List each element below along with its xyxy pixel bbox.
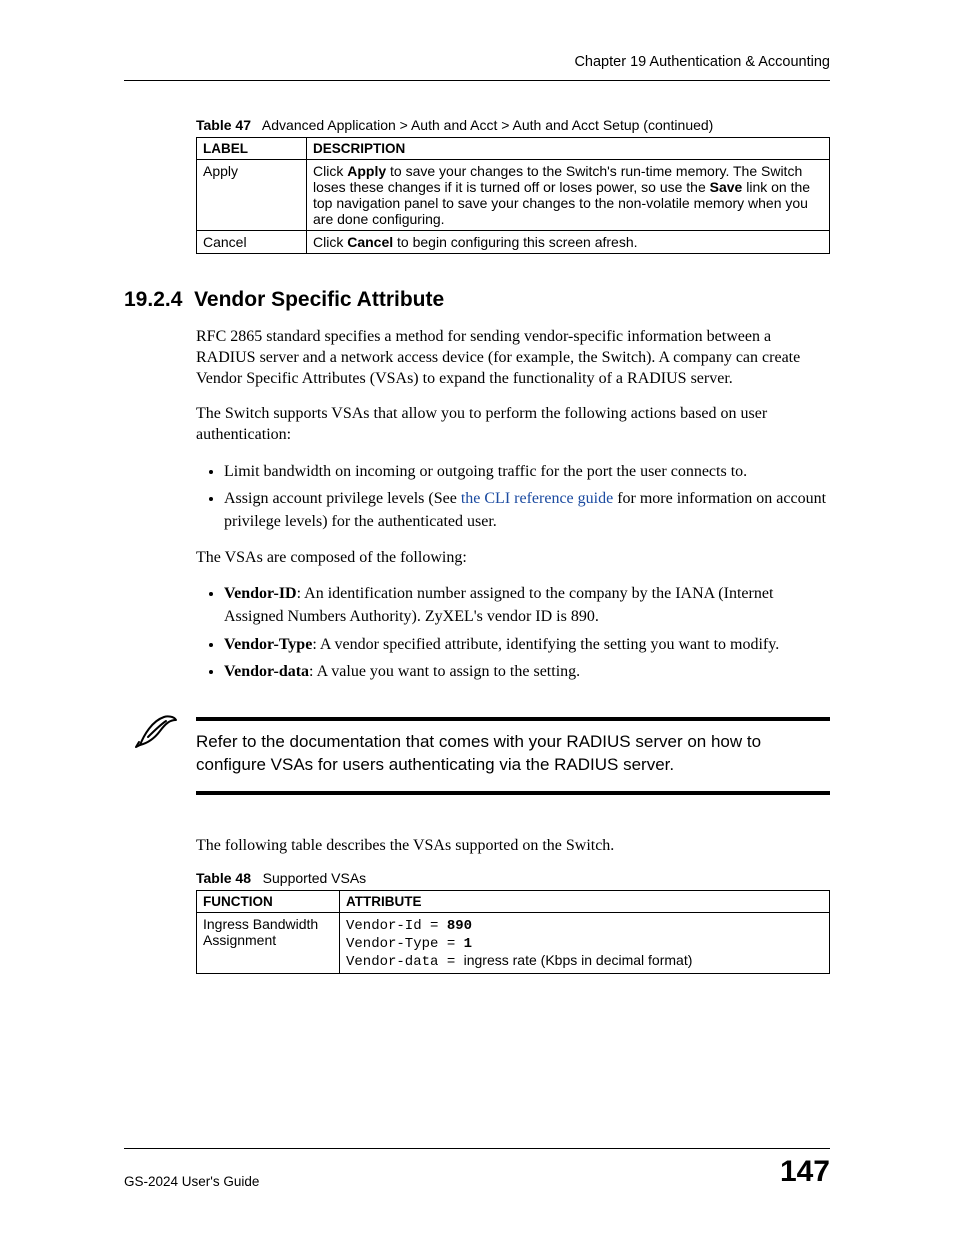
list-item: Vendor-data: A value you want to assign … [224, 660, 830, 683]
table47-apply-label: Apply [197, 160, 307, 231]
page-footer: GS-2024 User's Guide 147 [124, 1148, 830, 1189]
table-row: Cancel Click Cancel to begin configuring… [197, 231, 830, 254]
bullet-list-1: Limit bandwidth on incoming or outgoing … [196, 460, 830, 534]
list-item: Assign account privilege levels (See the… [224, 487, 830, 533]
txt: to begin configuring this screen afresh. [393, 234, 637, 250]
cli-reference-link[interactable]: the CLI reference guide [461, 490, 613, 507]
body-p2: The Switch supports VSAs that allow you … [196, 403, 830, 445]
section-title: Vendor Specific Attribute [194, 288, 444, 311]
bold: Apply [347, 163, 386, 179]
section-number: 19.2.4 [124, 288, 182, 311]
table47-cancel-desc: Click Cancel to begin configuring this s… [307, 231, 830, 254]
body-p4: The following table describes the VSAs s… [196, 835, 830, 856]
table-row: Ingress Bandwidth Assignment Vendor-Id =… [197, 912, 830, 973]
list-item: Vendor-Type: A vendor specified attribut… [224, 633, 830, 656]
list-item: Vendor-ID: An identification number assi… [224, 582, 830, 628]
footer-rule [124, 1148, 830, 1149]
table48-caption-text: Supported VSAs [263, 870, 367, 886]
footer-guide-name: GS-2024 User's Guide [124, 1174, 259, 1189]
bold: Cancel [347, 234, 393, 250]
table47-head-desc: DESCRIPTION [307, 138, 830, 160]
txt: ingress rate (Kbps in decimal format) [464, 952, 693, 968]
table47-head-label: LABEL [197, 138, 307, 160]
list-item: Limit bandwidth on incoming or outgoing … [224, 460, 830, 483]
note-text: Refer to the documentation that comes wi… [196, 717, 830, 795]
bullet-list-2: Vendor-ID: An identification number assi… [196, 582, 830, 683]
bold: Vendor-Type [224, 636, 312, 653]
table47-caption-label: Table 47 [196, 117, 251, 133]
table48-func: Ingress Bandwidth Assignment [197, 912, 340, 973]
section-heading: 19.2.4 Vendor Specific Attribute [124, 288, 830, 312]
mono-bold: 890 [447, 918, 472, 934]
mono: Vendor-data = [346, 954, 464, 970]
body-p1: RFC 2865 standard specifies a method for… [196, 326, 830, 389]
table48-caption-label: Table 48 [196, 870, 251, 886]
table47: LABEL DESCRIPTION Apply Click Apply to s… [196, 137, 830, 254]
txt: Click [313, 234, 347, 250]
table48-head-function: FUNCTION [197, 890, 340, 912]
note-block: Refer to the documentation that comes wi… [124, 717, 830, 795]
txt: : An identification number assigned to t… [224, 585, 773, 625]
table48-caption: Table 48 Supported VSAs [196, 870, 830, 886]
txt: : A vendor specified attribute, identify… [312, 636, 779, 653]
note-pencil-icon [134, 713, 182, 754]
table47-caption-text: Advanced Application > Auth and Acct > A… [262, 117, 713, 133]
table47-cancel-label: Cancel [197, 231, 307, 254]
chapter-running-head: Chapter 19 Authentication & Accounting [124, 54, 830, 70]
page-number: 147 [780, 1155, 830, 1189]
bold: Vendor-ID [224, 585, 297, 602]
table48-head-attribute: ATTRIBUTE [340, 890, 830, 912]
mono-bold: 1 [464, 936, 472, 952]
header-rule [124, 80, 830, 81]
txt: : A value you want to assign to the sett… [309, 663, 580, 680]
table48: FUNCTION ATTRIBUTE Ingress Bandwidth Ass… [196, 890, 830, 974]
mono: Vendor-Id = [346, 918, 447, 934]
txt: Assign account privilege levels (See [224, 490, 461, 507]
table47-caption: Table 47 Advanced Application > Auth and… [196, 117, 830, 133]
table47-apply-desc: Click Apply to save your changes to the … [307, 160, 830, 231]
bold: Save [710, 179, 743, 195]
bold: Vendor-data [224, 663, 309, 680]
table48-attr: Vendor-Id = 890 Vendor-Type = 1 Vendor-d… [340, 912, 830, 973]
txt: Click [313, 163, 347, 179]
table-row: Apply Click Apply to save your changes t… [197, 160, 830, 231]
mono: Vendor-Type = [346, 936, 464, 952]
body-p3: The VSAs are composed of the following: [196, 547, 830, 568]
